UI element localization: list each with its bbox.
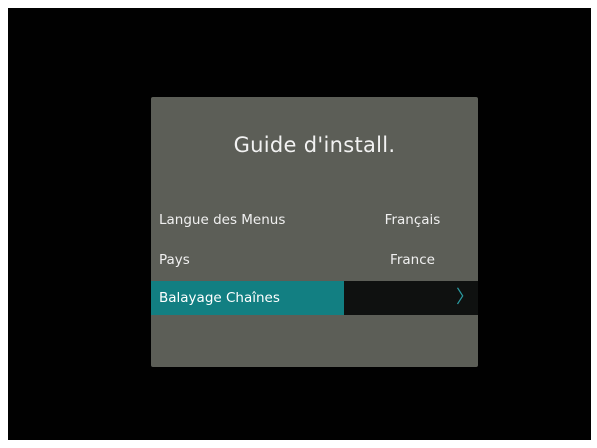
- menu-country-label: Pays: [159, 252, 190, 268]
- menu-row-country[interactable]: Pays France: [151, 243, 478, 277]
- menu-language-label: Langue des Menus: [159, 212, 286, 228]
- menu-channel-scan-label: Balayage Chaînes: [159, 290, 280, 306]
- tv-screen: Guide d'install. Langue des Menus França…: [8, 8, 591, 440]
- chevron-right-icon[interactable]: 〉: [456, 281, 474, 315]
- dialog-title: Guide d'install.: [233, 133, 396, 157]
- menu-row-channel-scan[interactable]: Balayage Chaînes 〉: [151, 281, 478, 315]
- menu-row-language[interactable]: Langue des Menus Français: [151, 203, 478, 237]
- install-guide-dialog: Guide d'install. Langue des Menus França…: [151, 97, 478, 367]
- menu-country-value[interactable]: France: [347, 243, 478, 277]
- menu-language-value[interactable]: Français: [347, 203, 478, 237]
